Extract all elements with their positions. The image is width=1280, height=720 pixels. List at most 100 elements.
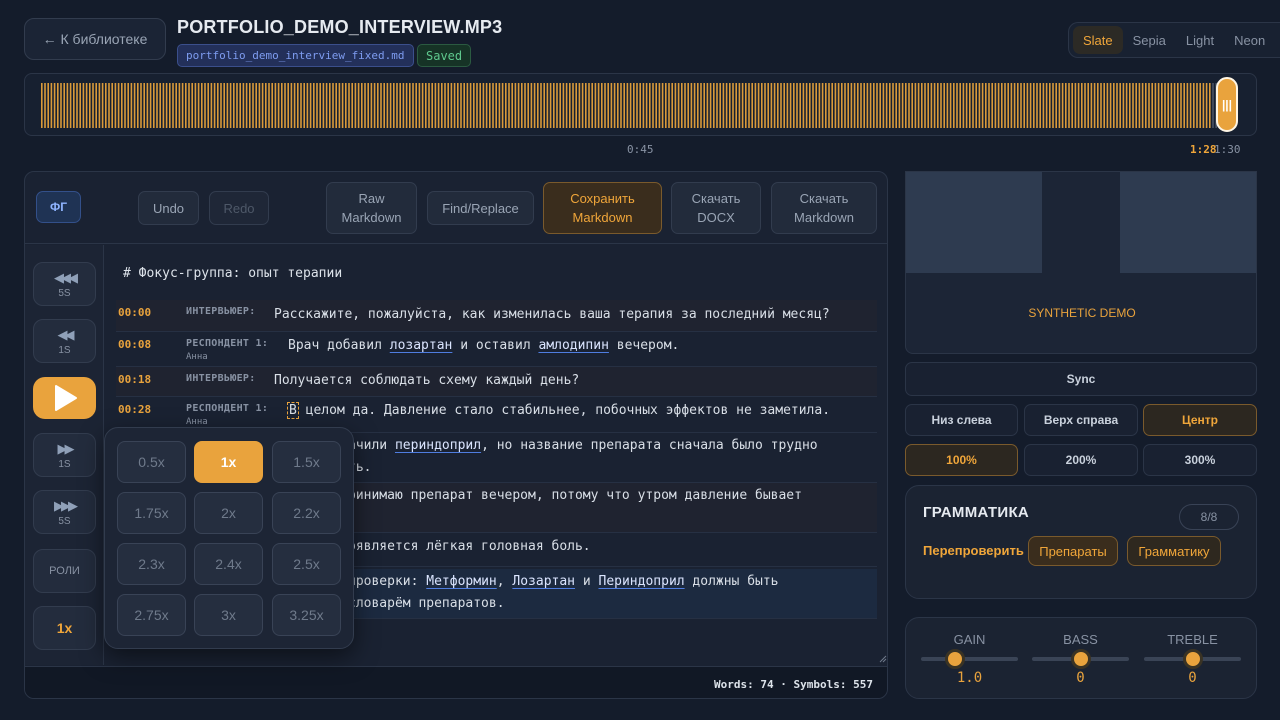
waveform-bar	[1100, 83, 1102, 128]
speed-option[interactable]: 2.5x	[272, 543, 341, 585]
waveform-bar	[732, 83, 734, 128]
transcript-row[interactable]: 00:18 ИНТЕРВЬЮЕР: Получается соблюдать с…	[116, 367, 877, 397]
speed-option[interactable]: 3x	[194, 594, 263, 636]
waveform-bar	[924, 83, 926, 128]
size-100-button[interactable]: 100%	[905, 444, 1018, 476]
waveform-bar	[188, 83, 190, 128]
gain-slider-knob[interactable]	[944, 649, 965, 669]
speed-option[interactable]: 1.5x	[272, 441, 341, 483]
waveform-bar	[713, 83, 715, 128]
video-preview[interactable]: SYNTHETIC DEMO	[905, 171, 1257, 354]
timestamp[interactable]: 00:08	[118, 338, 151, 351]
roles-button[interactable]: РОЛИ	[33, 549, 96, 593]
raw-markdown-button[interactable]: Raw Markdown	[326, 182, 417, 234]
playhead-handle[interactable]: |||	[1216, 77, 1238, 132]
waveform-bar	[953, 83, 955, 128]
rewind-icon: ◀◀	[57, 326, 75, 342]
timestamp[interactable]: 00:18	[118, 373, 151, 386]
speed-option[interactable]: 2.2x	[272, 492, 341, 534]
waveform-bar	[1042, 83, 1045, 128]
utterance-text[interactable]: Расскажите, пожалуйста, как изменилась в…	[274, 304, 830, 326]
drug-term[interactable]: лозартан	[390, 338, 453, 353]
theme-slate[interactable]: Slate	[1073, 26, 1123, 54]
grammar-title: ГРАММАТИКА	[923, 504, 1030, 521]
size-200-button[interactable]: 200%	[1024, 444, 1138, 476]
rewind-1s-button[interactable]: ◀◀ 1S	[33, 319, 96, 363]
sync-button[interactable]: Sync	[905, 362, 1257, 396]
speed-option[interactable]: 3.25x	[272, 594, 341, 636]
back-to-library-button[interactable]: ← К библиотеке	[24, 18, 166, 60]
waveform-bar	[892, 83, 894, 128]
save-markdown-button[interactable]: Сохранить Markdown	[543, 182, 662, 234]
drug-term[interactable]: периндоприл	[395, 438, 481, 453]
markdown-file-badge: portfolio_demo_interview_fixed.md	[177, 44, 414, 67]
utterance-text[interactable]: В целом да. Давление стало стабильнее, п…	[287, 400, 830, 422]
waveform-bar	[543, 83, 545, 128]
focus-group-button[interactable]: ФГ	[36, 191, 81, 223]
rewind-5s-button[interactable]: ◀◀◀ 5S	[33, 262, 96, 306]
speed-option[interactable]: 2.3x	[117, 543, 186, 585]
utterance-text-line2[interactable]: словарём препаратов.	[348, 593, 505, 615]
waveform-bar	[684, 83, 686, 128]
timestamp[interactable]: 00:28	[118, 403, 151, 416]
timestamp[interactable]: 00:00	[118, 306, 151, 319]
utterance-text[interactable]: ринимаю препарат вечером, потому что утр…	[348, 485, 802, 507]
waveform-bar	[940, 83, 942, 128]
forward-5s-button[interactable]: ▶▶▶ 5S	[33, 490, 96, 534]
download-markdown-button[interactable]: Скачать Markdown	[771, 182, 877, 234]
speed-option[interactable]: 2.4x	[194, 543, 263, 585]
theme-neon[interactable]: Neon	[1224, 26, 1275, 54]
waveform-bar	[805, 83, 808, 128]
recheck-drugs-button[interactable]: Препараты	[1028, 536, 1118, 566]
waveform-bar	[825, 83, 827, 128]
treble-slider-knob[interactable]	[1182, 649, 1203, 669]
drug-term[interactable]: Периндоприл	[599, 574, 685, 589]
utterance-text[interactable]: Врач добавил лозартан и оставил амлодипи…	[288, 335, 679, 357]
waveform-bar	[85, 83, 88, 128]
theme-sepia[interactable]: Sepia	[1123, 26, 1176, 54]
recheck-label[interactable]: Перепроверить	[923, 543, 1024, 558]
waveform-bar	[575, 83, 577, 128]
download-docx-button[interactable]: Скачать DOCX	[671, 182, 761, 234]
transcript-row[interactable]: 00:08 РЕСПОНДЕНТ 1: Анна Врач добавил ло…	[116, 332, 877, 367]
waveform-bar	[223, 83, 225, 128]
waveform-bar	[1058, 83, 1061, 128]
waveform-bar	[409, 83, 411, 128]
position-center-button[interactable]: Центр	[1143, 404, 1257, 436]
theme-light[interactable]: Light	[1176, 26, 1224, 54]
find-replace-button[interactable]: Find/Replace	[427, 191, 534, 225]
speed-option[interactable]: 0.5x	[117, 441, 186, 483]
waveform-bar	[895, 83, 897, 128]
drug-term[interactable]: Метформин	[426, 574, 496, 589]
waveform-bar	[469, 83, 472, 128]
resize-handle-icon[interactable]	[879, 655, 887, 663]
waveform-bar	[226, 83, 229, 128]
speed-option-selected[interactable]: 1x	[194, 441, 263, 483]
gain-slider[interactable]	[921, 649, 1018, 669]
waveform-bar	[242, 83, 245, 128]
waveform[interactable]: |||	[24, 73, 1257, 136]
bass-slider[interactable]	[1032, 649, 1129, 669]
recheck-grammar-button[interactable]: Грамматику	[1127, 536, 1221, 566]
speed-option[interactable]: 1.75x	[117, 492, 186, 534]
drug-term[interactable]: амлодипин	[538, 338, 608, 353]
utterance-part: вечером.	[608, 338, 680, 353]
position-bottom-left-button[interactable]: Низ слева	[905, 404, 1018, 436]
utterance-text[interactable]: оявляется лёгкая головная боль.	[348, 536, 591, 558]
undo-button[interactable]: Undo	[138, 191, 199, 225]
bass-slider-knob[interactable]	[1070, 649, 1091, 669]
drug-term[interactable]: Лозартан	[512, 574, 575, 589]
forward-1s-button[interactable]: ▶▶ 1S	[33, 433, 96, 477]
redo-button[interactable]: Redo	[209, 191, 269, 225]
speed-option[interactable]: 2x	[194, 492, 263, 534]
playback-rate-button[interactable]: 1x	[33, 606, 96, 650]
play-button[interactable]	[33, 377, 96, 419]
utterance-text[interactable]: Получается соблюдать схему каждый день?	[274, 370, 579, 392]
utterance-text[interactable]: проверки: Метформин, Лозартан и Периндоп…	[348, 571, 779, 593]
size-300-button[interactable]: 300%	[1143, 444, 1257, 476]
position-top-right-button[interactable]: Верх справа	[1024, 404, 1138, 436]
speed-option[interactable]: 2.75x	[117, 594, 186, 636]
transcript-row[interactable]: 00:00 ИНТЕРВЬЮЕР: Расскажите, пожалуйста…	[116, 300, 877, 332]
treble-slider[interactable]	[1144, 649, 1241, 669]
utterance-text[interactable]: ачили периндоприл, но название препарата…	[348, 435, 818, 457]
